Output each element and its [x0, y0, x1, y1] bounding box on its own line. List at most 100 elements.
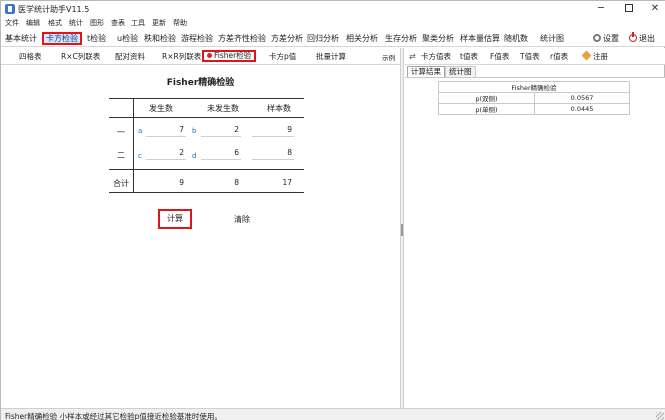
main-toolbar: 基本统计 卡方检验 t检验 u检验 秩和检验 游程检验 方差齐性检验 方差分析 … [1, 30, 665, 47]
T-table-button[interactable]: T值表 [520, 51, 540, 62]
calculate-button[interactable]: 计算 [158, 209, 192, 229]
register-button[interactable]: 注册 [581, 50, 608, 62]
lookup-toolbar: ⇄ 卡方值表 t值表 F值表 T值表 r值表 注册 [405, 48, 665, 65]
toolbar-regression[interactable]: 回归分析 [307, 32, 339, 45]
table-row: p(单侧) 0.0445 [438, 103, 630, 115]
result-value-two-sided: 0.0567 [534, 92, 630, 104]
result-tabs: 计算结果 统计图 [405, 65, 665, 77]
result-header: Fisher精确检验 [438, 81, 630, 93]
tab-rxr[interactable]: R×R列联表 [162, 51, 201, 63]
resize-grip-icon[interactable] [656, 412, 664, 420]
cell-underline-c [146, 159, 186, 160]
t-table-button[interactable]: t值表 [460, 51, 478, 62]
menu-stats[interactable]: 统计 [69, 18, 83, 28]
toolbar-random[interactable]: 随机数 [504, 32, 528, 45]
status-bar: Fisher精确检验 小样本或经过其它检验p值接近检验基准时使用。 [1, 408, 665, 420]
toolbar-sample-size[interactable]: 样本量估算 [460, 32, 500, 45]
result-value-one-sided: 0.0445 [534, 103, 630, 115]
maximize-button[interactable] [615, 1, 643, 17]
table-row-divider [133, 98, 134, 193]
gear-icon [593, 34, 601, 42]
splitter-grip-icon [401, 224, 403, 236]
title-bar: 医学统计助手V11.5 ─ ✕ [1, 1, 665, 17]
toolbar-runs-test[interactable]: 游程检验 [181, 32, 213, 45]
minimize-button[interactable]: ─ [587, 1, 615, 17]
tab-stat-chart[interactable]: 统计图 [445, 66, 476, 77]
cell-input-b[interactable]: 2 [201, 125, 239, 134]
cell-input-a[interactable]: 7 [146, 125, 184, 134]
result-header-row: Fisher精确检验 [438, 81, 630, 93]
exit-button[interactable]: 退出 [629, 32, 655, 45]
table-row: p(双侧) 0.0567 [438, 92, 630, 104]
cell-letter-c: c [138, 152, 142, 160]
status-text: Fisher精确检验 小样本或经过其它检验p值接近检验基准时使用。 [5, 412, 222, 420]
cell-input-c[interactable]: 2 [146, 148, 184, 157]
total-not-occurred: 8 [234, 178, 239, 187]
row-label-group1: 一 [117, 128, 125, 137]
pencil-icon [581, 50, 592, 61]
cell-input-d[interactable]: 6 [201, 148, 239, 157]
tab-results[interactable]: 计算结果 [407, 66, 445, 77]
table-total-rule [109, 169, 304, 170]
row-total-underline-2 [252, 159, 294, 160]
menu-tools[interactable]: 工具 [131, 18, 145, 28]
header-not-occurred: 未发生数 [207, 104, 239, 113]
cell-underline-d [201, 159, 241, 160]
total-occurred: 9 [179, 178, 184, 187]
chi-square-table-button[interactable]: 卡方值表 [421, 51, 451, 62]
tab-fourfold[interactable]: 四格表 [19, 51, 42, 63]
toolbar-cluster[interactable]: 聚类分析 [422, 32, 454, 45]
window-title: 医学统计助手V11.5 [18, 5, 90, 14]
header-sample-size: 样本数 [267, 104, 291, 113]
r-table-button[interactable]: r值表 [550, 51, 568, 62]
swap-arrows-icon[interactable]: ⇄ [409, 52, 416, 61]
active-dot-icon [207, 53, 212, 58]
cell-letter-d: d [192, 152, 197, 160]
toolbar-variance-homogeneity[interactable]: 方差齐性检验 [218, 32, 266, 45]
menu-graph[interactable]: 图形 [90, 18, 104, 28]
menu-edit[interactable]: 编辑 [26, 18, 40, 28]
table-header-rule [109, 117, 304, 118]
tab-fisher[interactable]: Fisher检验 [202, 50, 257, 62]
cell-underline-a [146, 136, 186, 137]
tab-paired[interactable]: 配对资料 [115, 51, 145, 63]
table-bottom-rule [109, 192, 304, 193]
f-table-button[interactable]: F值表 [490, 51, 509, 62]
menu-format[interactable]: 格式 [48, 18, 62, 28]
register-label: 注册 [593, 52, 608, 61]
settings-button[interactable]: 设置 [593, 32, 619, 45]
table-top-rule [109, 98, 304, 99]
tab-fisher-label: Fisher检验 [214, 51, 252, 60]
menu-file[interactable]: 文件 [5, 18, 19, 28]
menu-update[interactable]: 更新 [152, 18, 166, 28]
sample-link[interactable]: 示例 [382, 52, 395, 62]
panel-splitter[interactable] [400, 48, 404, 408]
menu-lookup[interactable]: 查表 [111, 18, 125, 28]
tab-chi-p[interactable]: 卡方p值 [269, 51, 296, 63]
toolbar-anova[interactable]: 方差分析 [271, 32, 303, 45]
header-occurred: 发生数 [149, 104, 173, 113]
row-label-group2: 二 [117, 151, 125, 160]
tab-rxc[interactable]: R×C列联表 [61, 51, 100, 63]
panel-title: Fisher精确检验 [166, 78, 235, 88]
menu-help[interactable]: 帮助 [173, 18, 187, 28]
toolbar-u-test[interactable]: u检验 [117, 32, 138, 45]
toolbar-correlation[interactable]: 相关分析 [346, 32, 378, 45]
settings-label: 设置 [603, 34, 619, 43]
toolbar-basic-stats[interactable]: 基本统计 [5, 32, 37, 45]
clear-button[interactable]: 清除 [227, 213, 257, 227]
result-label-two-sided: p(双侧) [438, 92, 535, 104]
toolbar-rank-sum[interactable]: 秩和检验 [144, 32, 176, 45]
row-total-underline-1 [252, 136, 294, 137]
app-logo-icon [5, 4, 15, 14]
toolbar-chi-square[interactable]: 卡方检验 [42, 32, 82, 45]
menu-bar: 文件 编辑 格式 统计 图形 查表 工具 更新 帮助 [1, 17, 665, 30]
result-panel: Fisher精确检验 p(双侧) 0.0567 p(单侧) 0.0445 [405, 77, 665, 408]
result-label-one-sided: p(单侧) [438, 103, 535, 115]
close-button[interactable]: ✕ [641, 1, 665, 17]
toolbar-t-test[interactable]: t检验 [87, 32, 106, 45]
toolbar-survival[interactable]: 生存分析 [385, 32, 417, 45]
toolbar-chart[interactable]: 统计图 [540, 32, 564, 45]
tab-batch[interactable]: 批量计算 [316, 51, 346, 63]
row-total-group2: 8 [287, 148, 292, 157]
